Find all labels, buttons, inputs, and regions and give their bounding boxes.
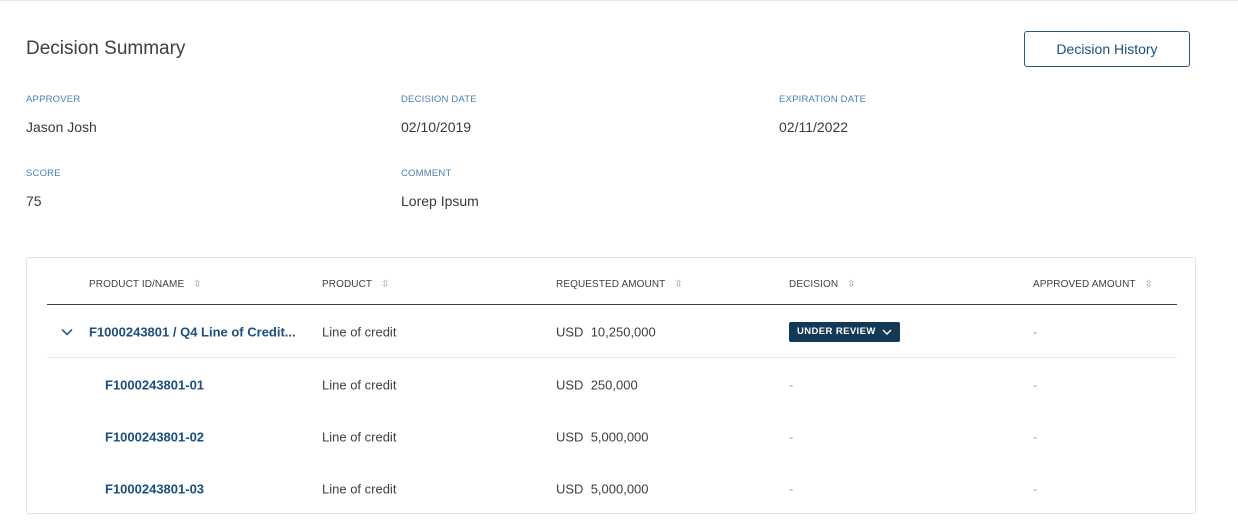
currency: USD [556,377,584,393]
product-id-link[interactable]: F1000243801-01 [105,378,204,393]
currency: USD [556,429,584,445]
page-title: Decision Summary [26,38,186,59]
score-field: SCORE 75 [26,168,61,209]
approved-amount-cell: - [1033,324,1038,339]
product-id-link[interactable]: F1000243801-03 [105,482,204,497]
decision-date-label: DECISION DATE [401,94,477,105]
chevron-down-icon [882,329,892,335]
table-row[interactable]: F1000243801 / Q4 Line of Credit... Line … [47,306,1177,358]
sort-icon[interactable]: ⇳ [381,279,389,290]
sort-icon[interactable]: ⇳ [193,279,201,290]
product-id-link[interactable]: F1000243801-02 [105,430,204,445]
amount: 5,000,000 [590,481,649,497]
decision-status-label: UNDER REVIEW [797,326,876,337]
amount: 10,250,000 [590,324,656,339]
table-header: PRODUCT ID/NAME ⇳ PRODUCT ⇳ REQUESTED AMOU… [47,258,1177,305]
column-header-approved-amount[interactable]: APPROVED AMOUNT ⇳ [1033,279,1153,290]
column-header-label: APPROVED AMOUNT [1033,279,1136,291]
decision-status-dropdown[interactable]: UNDER REVIEW [789,321,900,342]
approver-field: APPROVER Jason Josh [26,94,97,135]
approved-amount-cell: - [1033,377,1038,393]
approver-value: Jason Josh [26,119,97,135]
decision-history-button[interactable]: Decision History [1024,31,1190,67]
column-header-requested-amount[interactable]: REQUESTED AMOUNT ⇳ [556,279,683,290]
column-header-label: DECISION [789,279,839,291]
products-table: PRODUCT ID/NAME ⇳ PRODUCT ⇳ REQUESTED AMOU… [26,257,1196,514]
decision-cell: UNDER REVIEW [789,321,900,342]
expiration-date-value: 02/11/2022 [779,119,849,135]
comment-field: COMMENT Lorep Ipsum [401,168,479,209]
sort-icon[interactable]: ⇳ [1145,279,1153,290]
approver-label: APPROVER [26,94,81,105]
approved-amount-cell: - [1033,429,1038,445]
product-cell: Line of credit [322,324,397,339]
column-header-product[interactable]: PRODUCT ⇳ [322,279,390,290]
amount: 250,000 [590,377,638,393]
requested-amount-cell: USD 250,000 [556,378,638,393]
decision-cell: - [789,429,794,445]
column-header-label: REQUESTED AMOUNT [556,279,666,291]
requested-amount-cell: USD 5,000,000 [556,482,649,497]
column-header-label: PRODUCT ID/NAME [89,279,185,291]
approved-amount-cell: - [1033,481,1038,497]
table-row[interactable]: F1000243801-03 Line of credit USD 5,000,… [47,463,1177,515]
requested-amount-cell: USD 5,000,000 [556,430,649,445]
product-cell: Line of credit [322,481,397,497]
sort-icon[interactable]: ⇳ [847,279,855,290]
currency: USD [556,481,584,497]
top-divider [0,0,1238,1]
column-header-label: PRODUCT [322,279,373,291]
decision-cell: - [789,377,794,393]
product-cell: Line of credit [322,377,397,393]
amount: 5,000,000 [590,429,649,445]
product-id-link[interactable]: F1000243801 / Q4 Line of Credit... [89,324,296,339]
expiration-date-label: EXPIRATION DATE [779,94,867,105]
chevron-down-icon[interactable] [61,323,73,341]
summary-header: Decision Summary Decision History [26,31,1190,68]
column-header-decision[interactable]: DECISION ⇳ [789,279,856,290]
expiration-date-field: EXPIRATION DATE 02/11/2022 [779,94,866,135]
decision-cell: - [789,481,794,497]
column-header-product-id[interactable]: PRODUCT ID/NAME ⇳ [89,279,202,290]
product-cell: Line of credit [322,429,397,445]
table-row[interactable]: F1000243801-01 Line of credit USD 250,00… [47,359,1177,411]
score-label: SCORE [26,168,61,179]
score-value: 75 [26,193,42,209]
decision-date-value: 02/10/2019 [401,119,472,135]
decision-date-field: DECISION DATE 02/10/2019 [401,94,477,135]
currency: USD [556,324,584,339]
requested-amount-cell: USD 10,250,000 [556,324,656,339]
sort-icon[interactable]: ⇳ [674,279,682,290]
table-row[interactable]: F1000243801-02 Line of credit USD 5,000,… [47,411,1177,463]
comment-label: COMMENT [401,168,452,179]
comment-value: Lorep Ipsum [401,193,479,209]
